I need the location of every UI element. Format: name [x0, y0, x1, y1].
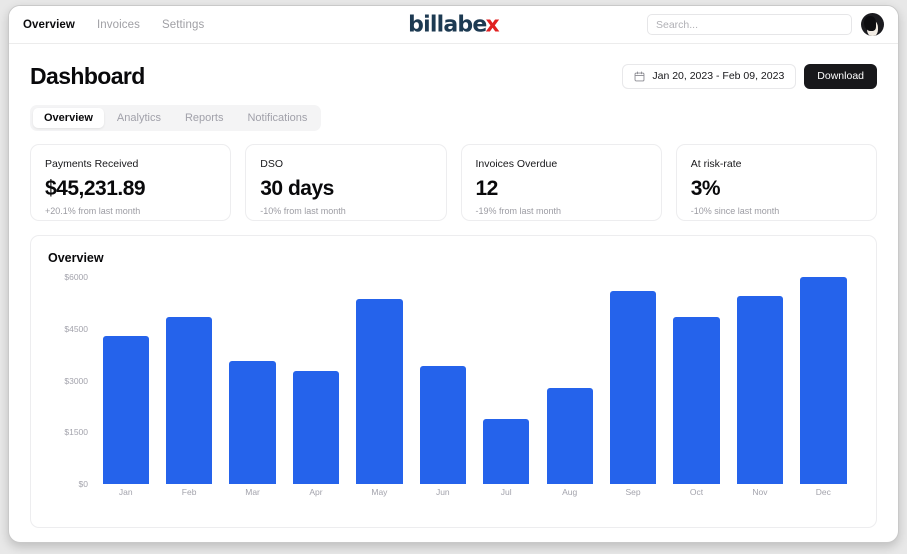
x-axis-tick: Mar: [245, 487, 260, 497]
primary-nav: Overview Invoices Settings: [23, 19, 204, 31]
bar-slot: [411, 277, 474, 484]
chart-bar[interactable]: [165, 317, 213, 484]
chart-bar[interactable]: [419, 366, 466, 484]
stat-value: 3%: [690, 177, 721, 200]
tab-analytics[interactable]: Analytics: [106, 108, 172, 128]
stat-delta: -19% from last month: [475, 206, 562, 216]
page-title: Dashboard: [30, 62, 145, 89]
bar-slot: [475, 277, 538, 484]
chart-bar[interactable]: [229, 361, 276, 484]
x-axis-tick: May: [371, 487, 388, 497]
x-axis-tick: Nov: [752, 487, 768, 497]
stat-card-payments-received: Payments Received $45,231.89 +20.1% from…: [30, 144, 232, 221]
chart-bar[interactable]: [609, 290, 657, 484]
y-axis-tick: $0: [78, 479, 88, 489]
avatar[interactable]: [861, 13, 884, 36]
stat-label: Invoices Overdue: [475, 158, 558, 170]
date-range-label: Jan 20, 2023 - Feb 09, 2023: [652, 70, 785, 82]
logo-wordmark: billabe: [408, 12, 487, 37]
billabex-logo[interactable]: billabe x: [408, 12, 500, 37]
bar-slot: [665, 277, 728, 484]
stat-delta: -10% from last month: [260, 206, 346, 216]
y-axis-tick: $1500: [64, 427, 88, 438]
top-navbar: Overview Invoices Settings billabe x: [9, 6, 898, 44]
chart-bar[interactable]: [483, 418, 530, 484]
stat-value: 30 days: [260, 177, 334, 200]
x-axis-tick: Jun: [435, 487, 450, 497]
x-axis-tick: Apr: [309, 487, 323, 497]
bar-slot: [792, 277, 855, 484]
y-axis-tick: $6000: [64, 272, 88, 282]
chart-bar[interactable]: [292, 371, 340, 484]
tab-overview[interactable]: Overview: [33, 108, 104, 128]
app-window: Overview Invoices Settings billabex Dash…: [8, 5, 899, 543]
date-range-picker[interactable]: Jan 20, 2023 - Feb 09, 2023: [622, 63, 797, 89]
tab-bar: Overview Analytics Reports Notifications: [30, 105, 322, 131]
chart-bar[interactable]: [546, 388, 593, 484]
search-input[interactable]: [647, 14, 852, 35]
nav-link-invoices[interactable]: Invoices: [97, 19, 140, 31]
overview-chart-card: Overview $6000 $4500 $3000 $1500 $0 Jan Feb Ma…: [30, 235, 877, 528]
chart-plot-area: [94, 277, 855, 484]
bar-chart: $6000 $4500 $3000 $1500 $0 Jan Feb Mar Apr May Ju…: [48, 272, 859, 522]
header-actions: Jan 20, 2023 - Feb 09, 2023 Download: [622, 63, 877, 89]
stat-value: 12: [475, 177, 499, 200]
stat-card-at-risk-rate: At risk-rate 3% -10% since last month: [675, 144, 877, 221]
nav-link-settings[interactable]: Settings: [162, 19, 204, 31]
bar-slot: [94, 277, 157, 484]
x-axis-tick: Oct: [689, 487, 704, 497]
y-axis-tick: $4500: [64, 323, 88, 334]
bar-slot: [348, 277, 411, 484]
chart-bar[interactable]: [800, 277, 847, 484]
bar-slot: [538, 277, 601, 484]
chart-bar[interactable]: [673, 317, 720, 484]
x-axis-tick: Feb: [181, 487, 197, 497]
x-axis-tick: Aug: [562, 487, 578, 497]
x-axis-tick: Jul: [500, 487, 512, 497]
stat-delta: +20.1% from last month: [45, 206, 141, 216]
stat-card-grid: Payments Received $45,231.89 +20.1% from…: [30, 144, 877, 221]
avatar-hair-icon: [864, 16, 876, 31]
stat-card-dso: DSO 30 days -10% from last month: [245, 144, 447, 221]
bar-slot: [157, 277, 220, 484]
x-axis-tick: Sep: [625, 487, 641, 497]
logo-accent-x: x: [485, 12, 499, 37]
stat-label: DSO: [260, 158, 284, 170]
bar-slot: [284, 277, 347, 484]
chart-bar[interactable]: [736, 295, 784, 484]
tab-reports[interactable]: Reports: [174, 108, 235, 128]
y-axis-tick: $3000: [64, 375, 88, 386]
bar-slot: [728, 277, 791, 484]
stat-label: Payments Received: [45, 158, 139, 170]
x-axis-tick: Jan: [118, 487, 133, 497]
stat-delta: -10% since last month: [690, 206, 780, 216]
chart-title: Overview: [48, 251, 104, 265]
calendar-icon: [634, 71, 645, 81]
x-axis: Jan Feb Mar Apr May Jun Jul Aug Sep Oct Nov Dec: [94, 487, 855, 497]
bar-slot: [601, 277, 664, 484]
chart-bar[interactable]: [356, 299, 403, 484]
page-content: Dashboard Jan 20, 2023 - Feb 09, 2023 Do…: [9, 44, 898, 528]
y-axis: $6000 $4500 $3000 $1500 $0: [48, 272, 88, 489]
stat-card-invoices-overdue: Invoices Overdue 12 -19% from last month: [460, 144, 662, 221]
chart-bar[interactable]: [102, 336, 149, 484]
navbar-right-group: [647, 13, 884, 36]
page-header: Dashboard Jan 20, 2023 - Feb 09, 2023 Do…: [30, 61, 877, 91]
stat-label: At risk-rate: [690, 158, 742, 170]
tab-notifications[interactable]: Notifications: [236, 108, 318, 128]
x-axis-tick: Dec: [815, 487, 831, 497]
download-button[interactable]: Download: [804, 63, 877, 89]
stat-value: $45,231.89: [45, 177, 146, 200]
bar-slot: [221, 277, 284, 484]
nav-link-overview[interactable]: Overview: [23, 19, 75, 31]
